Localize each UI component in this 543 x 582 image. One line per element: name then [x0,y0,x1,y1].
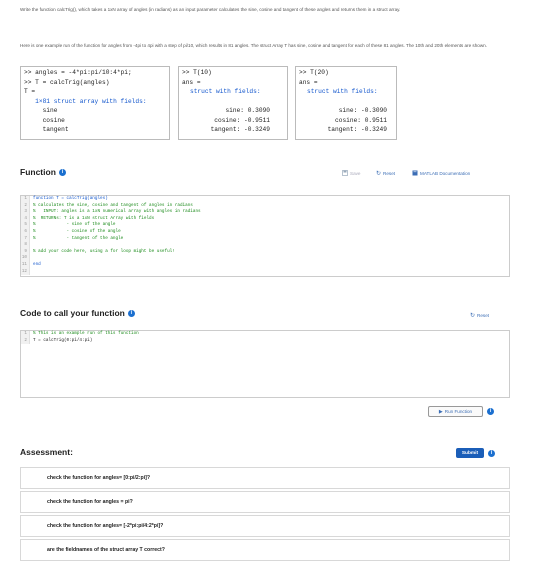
cmd-line: >> T = calcTrig(angles) [24,78,110,86]
cmd-field: sine: 0.3090 [225,107,270,114]
example-description: Here is one example run of the function … [20,43,487,48]
intro-text: Write the function calcTrig(), which tak… [20,7,401,12]
assessment-title: Assessment: [20,447,73,457]
cmd-field: sine: -0.3090 [338,107,387,114]
call-reset-button[interactable]: ↻ Reset [470,312,489,319]
command-output-3: >> T(20) ans = struct with fields: sine:… [295,66,397,140]
run-function-button[interactable]: ▶ Run Function [428,406,483,417]
info-icon[interactable]: i [127,310,135,318]
code-line: 2T = calcTrig(0:pi/4:pi) [21,337,509,345]
book-icon [412,170,418,176]
function-code-editor[interactable]: 1 function T = calcTrig(angles) 2% calcul… [20,195,510,277]
code-line: 8 [21,242,509,249]
code-line: 12 [21,268,509,276]
cmd-field: cosine: 0.9511 [335,116,387,124]
code-line: 10 [21,255,509,262]
cmd-line: tangent [24,126,69,133]
call-title: Code to call your function i [20,308,135,318]
code-line: 9% add your code here, using a for loop … [21,248,509,256]
command-output-1: >> angles = -4*pi:pi/10:4*pi; >> T = cal… [20,66,170,140]
cmd-struct: struct with fields: [190,88,261,95]
code-line: 1 function T = calcTrig(angles) [21,196,509,203]
assessment-item[interactable]: check the function for angles= [-2*pi:pi… [20,515,510,537]
cmd-prompt: >> T(20) [299,69,329,76]
assessment-item[interactable]: check the function for angles= [0:pi/2:p… [20,467,510,489]
code-line: 3% INPUT: angles is a 1xN numerical arra… [21,209,509,216]
call-title-text: Code to call your function [20,308,125,318]
assessment-item[interactable]: check the function for angles = pi? [20,491,510,513]
cmd-ans: ans = [299,78,318,86]
docs-label: MATLAB Documentation [420,170,471,176]
reset-label: Reset [477,313,490,318]
code-line: 6% - cosine of the angle [21,228,509,236]
cmd-prompt: >> T(10) [182,69,212,76]
code-line: 11 end [21,261,41,269]
info-icon[interactable]: i [488,450,495,457]
save-icon [342,170,348,176]
cmd-line: 1×81 struct array with fields: [24,97,147,105]
cmd-field: cosine: -0.9511 [214,116,270,124]
code-line: 1% This is an example run of this functi… [21,331,509,338]
code-line: 4% RETURNs: T is a 1xN struct Array with… [21,215,509,223]
save-label: Save [350,170,361,176]
info-icon[interactable]: i [58,169,66,177]
function-title-text: Function [20,167,56,177]
matlab-documentation-link[interactable]: MATLAB Documentation [412,170,470,176]
cmd-struct: struct with fields: [307,88,378,95]
reset-icon: ↻ [376,171,382,177]
reset-button[interactable]: ↻ Reset [376,170,395,177]
cmd-line: >> angles = -4*pi:pi/10:4*pi; [24,69,132,76]
cmd-ans: ans = [182,78,201,86]
command-output-2: >> T(10) ans = struct with fields: sine:… [178,66,288,140]
code-line: 2% calculates the sine, cosine and tange… [21,202,509,210]
info-icon[interactable]: i [487,408,494,415]
reset-icon: ↻ [470,313,476,319]
save-button[interactable]: Save [342,170,360,176]
call-code-editor[interactable]: 1% This is an example run of this functi… [20,330,510,398]
cmd-line: cosine [24,116,65,124]
cmd-line: sine [24,107,58,114]
play-icon: ▶ [438,408,443,415]
assessment-item[interactable]: are the fieldnames of the struct array T… [20,539,510,561]
cmd-line: T = [24,88,36,95]
code-line: 5% - sine of the angle [21,222,509,229]
run-label: Run Function [444,409,473,414]
submit-button[interactable]: Submit [456,448,484,458]
function-title: Function i [20,167,66,177]
reset-label: Reset [383,171,396,176]
cmd-field: tangent: -0.3249 [210,126,270,133]
cmd-field: tangent: -0.3249 [327,126,387,133]
code-line: 7% - tangent of the angle [21,235,509,243]
